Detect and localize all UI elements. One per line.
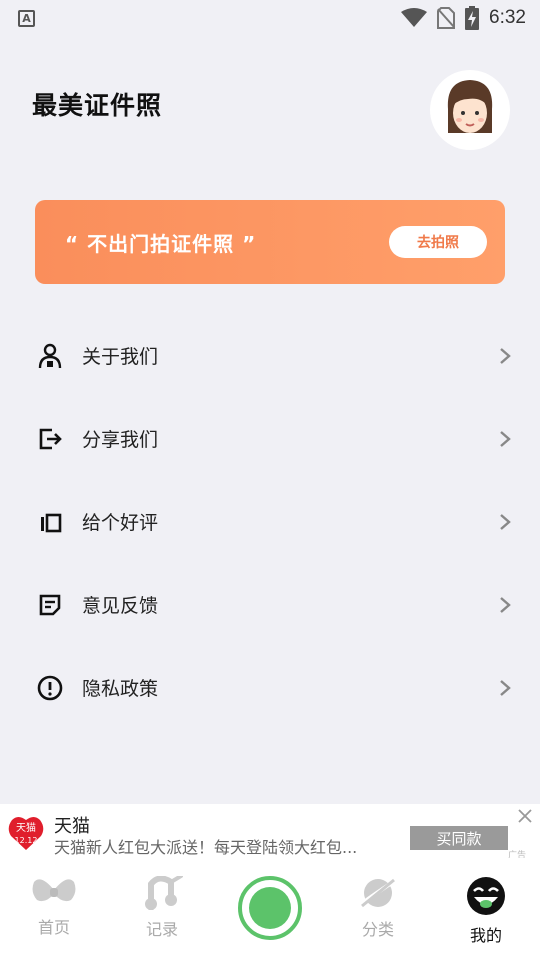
avatar-girl-icon: [447, 80, 493, 145]
tab-label: 我的: [469, 926, 502, 945]
menu-item-label: 关于我们: [82, 346, 159, 368]
wifi-icon: [401, 8, 428, 27]
rate-icon: [36, 508, 64, 536]
tab-records[interactable]: 记录: [108, 858, 216, 960]
menu-item-rate-us[interactable]: 给个好评: [0, 480, 540, 563]
ad-description: 天猫新人红包大派送！每天登陆领大红包...: [54, 838, 358, 857]
menu-item-feedback[interactable]: 意见反馈: [0, 563, 540, 646]
feedback-icon: [36, 591, 64, 619]
no-sim-icon: [437, 7, 456, 29]
category-icon: [361, 878, 395, 908]
chevron-right-icon: [500, 347, 511, 364]
chevron-right-icon: [500, 430, 511, 447]
profile-face-icon: [467, 877, 505, 915]
svg-text:12.12: 12.12: [15, 836, 38, 845]
ad-banner[interactable]: 天猫 12.12 天猫 天猫新人红包大派送！每天登陆领大红包... 买同款 广告: [0, 804, 540, 861]
banner-slogan: “ 不出门拍证件照 ”: [65, 231, 257, 256]
battery-charging-icon: [465, 6, 480, 30]
take-photo-button[interactable]: 去拍照: [389, 226, 487, 258]
ad-buy-button[interactable]: 买同款: [410, 826, 508, 850]
tab-mine[interactable]: 我的: [432, 858, 540, 960]
menu-item-label: 给个好评: [82, 512, 159, 534]
status-bar: A 6:32: [0, 0, 540, 36]
tab-home[interactable]: 首页: [0, 858, 108, 960]
tab-label: 分类: [361, 920, 394, 939]
menu-item-label: 隐私政策: [82, 678, 159, 700]
menu-item-label: 意见反馈: [82, 595, 159, 617]
take-photo-banner[interactable]: “ 不出门拍证件照 ” 去拍照: [35, 200, 505, 284]
tab-label: 记录: [145, 920, 178, 939]
tmall-logo-icon: 天猫 12.12: [8, 817, 44, 850]
camera-shutter-icon[interactable]: [238, 876, 302, 940]
privacy-icon: [36, 674, 64, 702]
app-title: 最美证件照: [32, 91, 163, 120]
settings-menu: 关于我们 分享我们 给个好评 意见反馈 隐私政策: [0, 314, 540, 729]
tab-category[interactable]: 分类: [324, 858, 432, 960]
bottom-tab-bar: 首页 记录 分类 我的: [0, 858, 540, 960]
menu-item-about-us[interactable]: 关于我们: [0, 314, 540, 397]
share-icon: [36, 425, 64, 453]
bow-icon: [32, 879, 76, 902]
menu-item-share-us[interactable]: 分享我们: [0, 397, 540, 480]
tab-camera[interactable]: [216, 858, 324, 960]
chevron-right-icon: [500, 596, 511, 613]
svg-text:天猫: 天猫: [16, 821, 36, 834]
notification-a-icon: A: [18, 9, 35, 27]
clock: 6:32: [489, 7, 526, 28]
user-info-icon: [36, 342, 64, 370]
profile-header: 最美证件照: [0, 66, 540, 156]
avatar[interactable]: [430, 70, 510, 150]
record-icon: [145, 876, 183, 910]
tab-label: 首页: [37, 918, 70, 937]
chevron-right-icon: [500, 513, 511, 530]
menu-item-label: 分享我们: [82, 429, 159, 451]
close-icon[interactable]: [517, 808, 533, 824]
chevron-right-icon: [500, 679, 511, 696]
menu-item-privacy-policy[interactable]: 隐私政策: [0, 646, 540, 729]
